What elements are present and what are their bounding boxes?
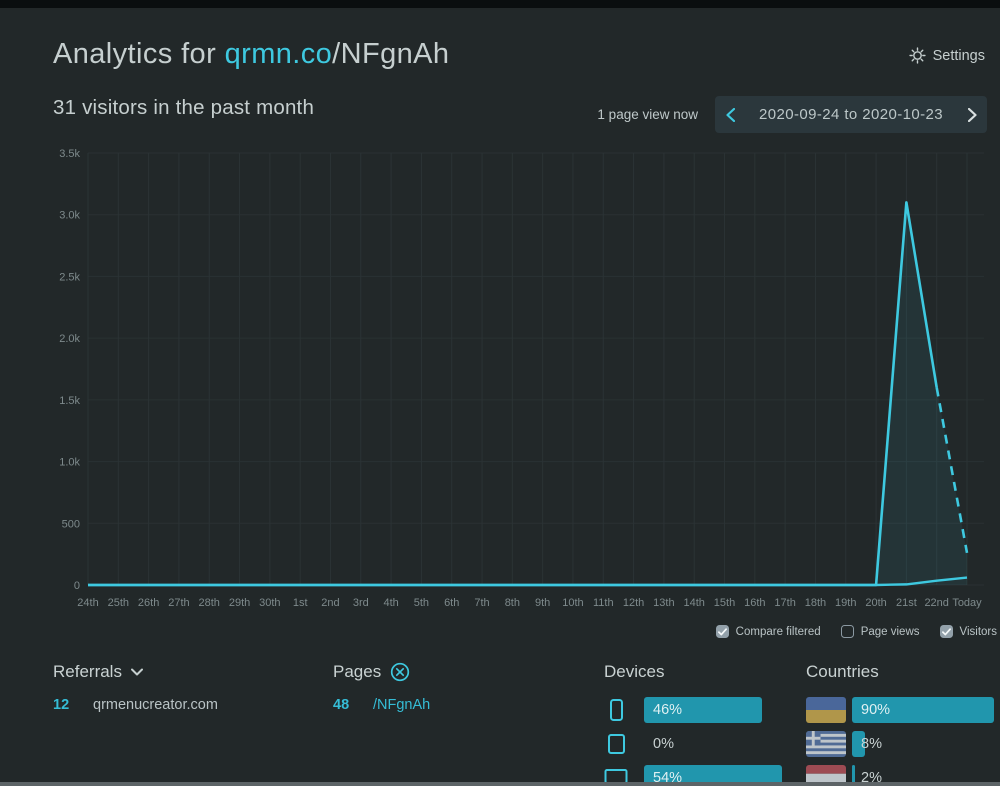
x-tick-label: 27th [168, 597, 189, 609]
y-tick-label: 2.5k [59, 271, 80, 283]
y-tick-label: 1.5k [59, 395, 80, 407]
chevron-down-icon [130, 668, 143, 676]
devices-title: Devices [604, 662, 665, 681]
page-views-checkbox[interactable]: Page views [840, 625, 920, 638]
x-tick-label: 9th [535, 597, 550, 609]
x-tick-label: 21st [896, 597, 917, 609]
y-tick-label: 1.0k [59, 457, 80, 469]
pages-title: Pages [333, 662, 382, 681]
referrals-collapse-button[interactable] [130, 668, 143, 676]
referrals-title: Referrals [53, 662, 122, 681]
x-tick-label: 28th [199, 597, 220, 609]
countries-section: Countries 90% 8% 2% [806, 662, 1000, 786]
y-tick-label: 0 [74, 580, 80, 592]
stat-row: 8% [806, 731, 1000, 757]
x-tick-label: 17th [774, 597, 795, 609]
date-range-label: 2020-09-24 to 2020-10-23 [759, 106, 943, 123]
pages-section: Pages 48/NFgnAh [333, 662, 430, 713]
x-tick-label: 4th [383, 597, 398, 609]
item-label: qrmenucreator.com [93, 697, 218, 713]
greece-flag-icon [806, 731, 846, 757]
x-tick-label: 12th [623, 597, 644, 609]
top-edge-strip [0, 0, 1000, 8]
checkbox-label: Compare filtered [735, 625, 821, 638]
x-tick-label: 7th [474, 597, 489, 609]
tablet-icon [604, 732, 628, 756]
x-tick-label: 14th [683, 597, 704, 609]
bottom-edge-strip [0, 782, 1000, 786]
item-count: 48 [333, 697, 350, 713]
percentage-label: 8% [861, 736, 882, 752]
referrals-section: Referrals 12 qrmenucreator.com [53, 662, 218, 713]
x-tick-label: 1st [293, 597, 308, 609]
x-tick-label: 18th [805, 597, 826, 609]
list-item[interactable]: 48/NFgnAh [333, 697, 430, 713]
x-tick-label: 10th [562, 597, 583, 609]
visitors-summary: 31 visitors in the past month [53, 96, 315, 119]
percentage-label: 90% [861, 702, 891, 718]
y-tick-label: 500 [62, 518, 80, 530]
clear-page-filter-button[interactable] [390, 662, 410, 682]
x-tick-label: 8th [505, 597, 520, 609]
x-tick-label: 2nd [321, 597, 339, 609]
list-item[interactable]: 12 qrmenucreator.com [53, 697, 218, 713]
x-tick-label: 13th [653, 597, 674, 609]
checked-checkbox-icon[interactable] [939, 625, 953, 638]
percentage-label: 46% [653, 702, 683, 718]
x-tick-label: Today [952, 597, 982, 609]
title-prefix: Analytics for [53, 38, 225, 70]
x-tick-label: 29th [229, 597, 250, 609]
item-label: /NFgnAh [373, 697, 431, 713]
x-tick-label: 30th [259, 597, 280, 609]
x-tick-label: 22nd [924, 597, 948, 609]
y-tick-label: 3.0k [59, 210, 80, 222]
close-circle-icon [390, 662, 410, 682]
live-pageviews-status: 1 page view now [597, 107, 698, 122]
countries-title: Countries [806, 662, 879, 681]
chevron-left-icon [725, 107, 735, 122]
x-tick-label: 20th [865, 597, 886, 609]
settings-label: Settings [932, 47, 985, 64]
x-tick-label: 6th [444, 597, 459, 609]
visitors-checkbox[interactable]: Visitors [939, 625, 998, 638]
settings-button[interactable]: Settings [908, 47, 985, 64]
checked-checkbox-icon[interactable] [715, 625, 729, 638]
x-tick-label: 19th [835, 597, 856, 609]
site-link[interactable]: qrmn.co [225, 38, 333, 70]
series-area-fill [88, 202, 967, 585]
gear-icon [908, 47, 926, 64]
chart-series-toggles: Compare filtered Page views Visitors [715, 625, 998, 638]
checkbox-label: Visitors [959, 625, 998, 638]
x-tick-label: 25th [108, 597, 129, 609]
percentage-label: 0% [653, 736, 674, 752]
x-tick-label: 24th [77, 597, 98, 609]
next-range-button[interactable] [957, 96, 987, 133]
stat-row: 90% [806, 697, 1000, 723]
y-tick-label: 2.0k [59, 333, 80, 345]
item-count: 12 [53, 697, 70, 713]
checkbox-label: Page views [860, 625, 920, 638]
compare-filtered-checkbox[interactable]: Compare filtered [715, 625, 821, 638]
y-tick-label: 3.5k [59, 148, 80, 160]
ukraine-flag-icon [806, 697, 846, 723]
analytics-dashboard: Analytics for qrmn.co/NFgnAh Settings 31… [0, 0, 1000, 786]
x-tick-label: 5th [414, 597, 429, 609]
x-tick-label: 16th [744, 597, 765, 609]
x-tick-label: 3rd [353, 597, 369, 609]
x-tick-label: 11th [593, 597, 614, 609]
x-tick-label: 15th [714, 597, 735, 609]
analytics-chart[interactable]: 0 500 1.0k 1.5k 2.0k 2.5k 3.0k 3.5k 24th 25th 26th… [0, 140, 1000, 618]
page-title: Analytics for qrmn.co/NFgnAh [53, 38, 449, 71]
phone-icon [604, 698, 628, 722]
x-tick-label: 26th [138, 597, 159, 609]
date-range-picker[interactable]: 2020-09-24 to 2020-10-23 [715, 96, 987, 133]
chevron-right-icon [967, 107, 977, 122]
prev-range-button[interactable] [715, 96, 745, 133]
unchecked-checkbox-icon[interactable] [840, 625, 854, 638]
page-path: /NFgnAh [332, 38, 450, 70]
